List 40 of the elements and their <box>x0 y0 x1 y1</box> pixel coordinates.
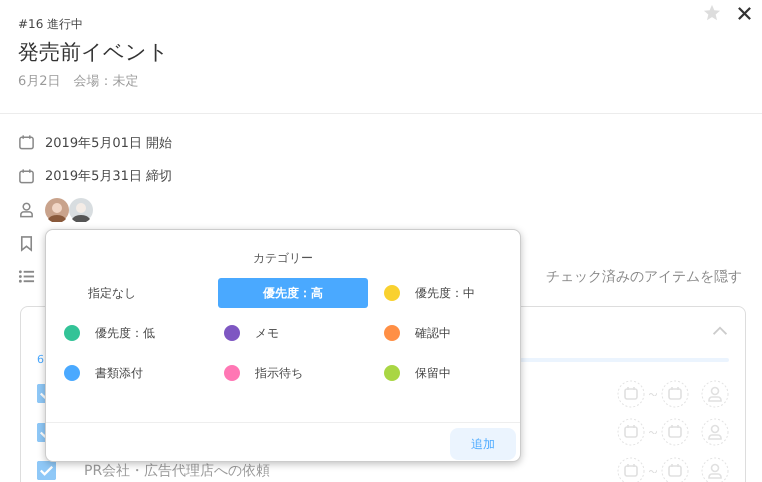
task-status: #16 進行中 <box>18 16 84 33</box>
category-option[interactable]: 優先度：低 <box>58 318 208 348</box>
checkbox[interactable] <box>37 461 56 480</box>
tilde-icon <box>649 430 657 434</box>
start-date-icon[interactable] <box>617 418 645 446</box>
category-option[interactable]: 書類添付 <box>58 358 208 388</box>
bookmark-icon <box>18 234 35 252</box>
popup-title: カテゴリー <box>252 250 314 267</box>
assignee-icon[interactable] <box>701 456 729 482</box>
category-option[interactable]: 優先度：中 <box>378 278 528 308</box>
collapse-chevron-icon[interactable] <box>711 325 729 336</box>
avatar-icon[interactable] <box>69 198 93 222</box>
date-text: 2019年5月01日 開始 <box>45 134 172 152</box>
person-icon <box>18 201 35 218</box>
avatar-icon[interactable] <box>45 198 69 222</box>
calendar-icon <box>18 168 35 185</box>
start-date-icon[interactable] <box>617 380 645 408</box>
calendar-icon <box>18 134 35 152</box>
task-title: 発売前イベント <box>18 39 170 66</box>
hide-checked-link[interactable]: チェック済みのアイテムを隠す <box>546 268 742 286</box>
star-icon[interactable] <box>703 4 721 22</box>
due-date-icon[interactable] <box>661 418 689 446</box>
tilde-icon <box>649 468 657 473</box>
assignee-icon[interactable] <box>701 418 729 446</box>
tilde-icon <box>649 392 657 396</box>
progress-text: 6 <box>37 353 44 366</box>
task-subtitle: 6月2日 会場：未定 <box>18 73 140 91</box>
category-option[interactable]: 確認中 <box>378 318 528 348</box>
close-icon[interactable] <box>737 6 752 20</box>
category-option[interactable]: 指示待ち <box>218 358 368 388</box>
category-option[interactable]: 保留中 <box>378 358 528 388</box>
start-date-icon[interactable] <box>617 456 645 482</box>
date-text: 2019年5月31日 締切 <box>45 168 172 186</box>
due-date-icon[interactable] <box>661 380 689 408</box>
assignee-icon[interactable] <box>701 380 729 408</box>
category-option[interactable]: 指定なし <box>58 278 208 308</box>
due-date-icon[interactable] <box>661 456 689 482</box>
checklist-item-text: PR会社・広告代理店への依頼 <box>84 462 270 480</box>
category-option[interactable]: メモ <box>218 318 368 348</box>
list-icon <box>18 268 35 286</box>
